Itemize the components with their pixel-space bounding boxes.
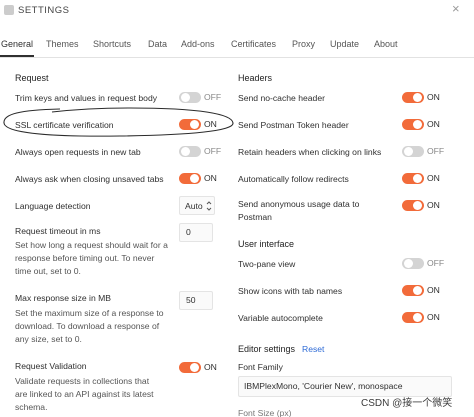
max-response-input[interactable]: 50 — [179, 291, 213, 310]
anon-usage-label: Send anonymous usage data to Postman — [238, 199, 360, 222]
validation-description: Validate requests in collections that ar… — [15, 376, 154, 412]
no-cache-label: Send no-cache header — [238, 93, 325, 103]
toggle-state: OFF — [427, 258, 445, 268]
settings-tabs: General Themes Shortcuts Data Add-ons Ce… — [0, 34, 474, 58]
settings-header: SETTINGS × — [0, 0, 474, 22]
tab-about[interactable]: About — [374, 39, 398, 49]
tab-themes[interactable]: Themes — [46, 39, 79, 49]
settings-icon — [4, 5, 14, 15]
retain-headers-label: Retain headers when clicking on links — [238, 147, 382, 157]
toggle-state: OFF — [427, 146, 445, 156]
validation-toggle[interactable]: ON — [179, 361, 221, 374]
anon-usage-toggle[interactable]: ON — [402, 199, 444, 212]
tab-proxy[interactable]: Proxy — [292, 39, 315, 49]
language-detection-label: Language detection — [15, 201, 91, 211]
toggle-state: ON — [427, 173, 440, 183]
show-icons-toggle[interactable]: ON — [402, 284, 444, 297]
ask-unsaved-label: Always ask when closing unsaved tabs — [15, 174, 164, 184]
tab-add-ons[interactable]: Add-ons — [181, 39, 215, 49]
toggle-state: ON — [427, 312, 440, 322]
toggle-state: ON — [204, 362, 217, 372]
toggle-state: OFF — [204, 146, 222, 156]
open-new-tab-toggle[interactable]: OFF — [179, 145, 221, 158]
postman-token-toggle[interactable]: ON — [402, 118, 444, 131]
timeout-label: Request timeout in ms — [15, 226, 101, 236]
language-detection-value: Auto — [185, 201, 203, 211]
font-family-label: Font Family — [238, 362, 283, 372]
font-size-label: Font Size (px) — [238, 408, 292, 417]
postman-token-label: Send Postman Token header — [238, 120, 349, 130]
ask-unsaved-toggle[interactable]: ON — [179, 172, 221, 185]
tab-certificates[interactable]: Certificates — [231, 39, 276, 49]
max-response-label: Max response size in MB — [15, 293, 111, 303]
request-heading: Request — [15, 73, 49, 83]
retain-headers-toggle[interactable]: OFF — [402, 145, 444, 158]
user-interface-heading: User interface — [238, 239, 295, 249]
settings-title: SETTINGS — [18, 5, 70, 16]
tab-update[interactable]: Update — [330, 39, 359, 49]
font-family-input[interactable]: IBMPlexMono, 'Courier New', monospace — [238, 376, 452, 397]
open-new-tab-label: Always open requests in new tab — [15, 147, 141, 157]
toggle-state: ON — [427, 92, 440, 102]
reset-link[interactable]: Reset — [302, 344, 324, 354]
two-pane-label: Two-pane view — [238, 259, 296, 269]
toggle-state: ON — [427, 119, 440, 129]
toggle-state: ON — [204, 173, 217, 183]
max-response-description: Set the maximum size of a response to do… — [15, 308, 164, 344]
tab-shortcuts[interactable]: Shortcuts — [93, 39, 131, 49]
var-autocomplete-label: Variable autocomplete — [238, 313, 323, 323]
editor-settings-heading: Editor settings — [238, 344, 296, 354]
follow-redirects-toggle[interactable]: ON — [402, 172, 444, 185]
timeout-description: Set how long a request should wait for a… — [15, 240, 168, 276]
headers-heading: Headers — [238, 73, 273, 83]
trim-keys-toggle[interactable]: OFF — [179, 91, 221, 104]
toggle-state: ON — [427, 285, 440, 295]
toggle-state: ON — [427, 200, 440, 210]
annotation-circle — [3, 107, 234, 137]
tab-general[interactable]: General — [1, 39, 33, 49]
follow-redirects-label: Automatically follow redirects — [238, 174, 349, 184]
no-cache-toggle[interactable]: ON — [402, 91, 444, 104]
var-autocomplete-toggle[interactable]: ON — [402, 311, 444, 324]
tab-data[interactable]: Data — [148, 39, 167, 49]
language-detection-select[interactable]: Auto — [179, 196, 215, 215]
show-icons-label: Show icons with tab names — [238, 286, 343, 296]
timeout-input[interactable]: 0 — [179, 223, 213, 242]
toggle-state: OFF — [204, 92, 222, 102]
chevron-down-icon — [206, 201, 212, 211]
two-pane-toggle[interactable]: OFF — [402, 257, 444, 270]
validation-label: Request Validation — [15, 361, 87, 371]
watermark: CSDN @接一个微笑 — [361, 398, 453, 409]
active-tab-indicator — [0, 55, 34, 57]
close-icon[interactable]: × — [452, 2, 460, 16]
